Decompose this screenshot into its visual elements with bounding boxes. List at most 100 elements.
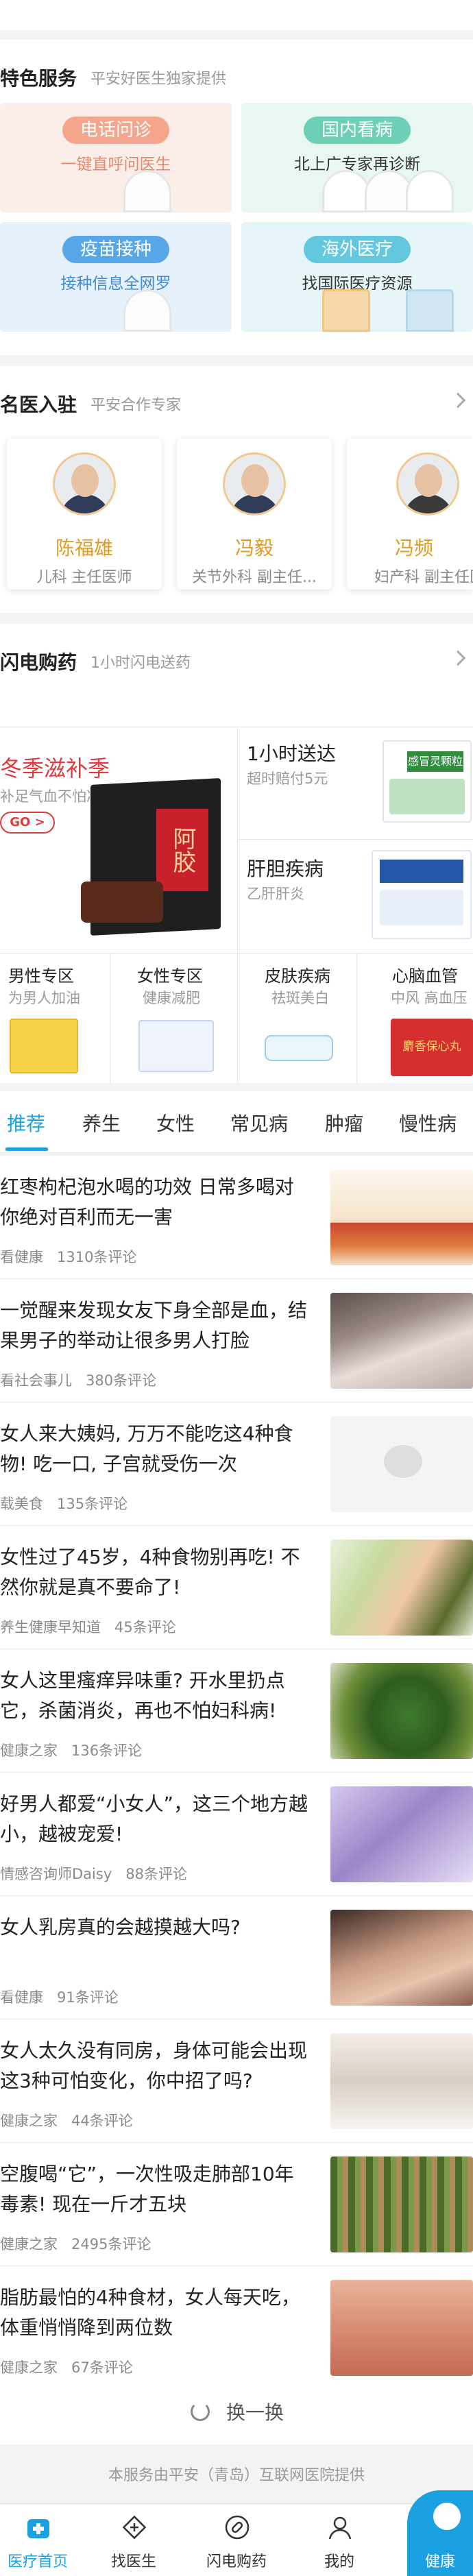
female-product-box	[138, 1020, 214, 1072]
pharmacy-cat-skin[interactable]: 皮肤疾病 祛斑美白	[237, 953, 356, 1083]
liver-medicine-box	[372, 850, 472, 939]
article-title: 空腹喝“它”，一次性吸走肺部10年毒素! 现在一斤才五块	[0, 2163, 294, 2215]
health-fab-label: 健康	[424, 2553, 455, 2571]
article-item[interactable]: 女人来大姨妈, 万万不能吃这4种食物! 吃一口, 子宫就受伤一次 载美食 135条…	[0, 1402, 473, 1526]
article-item[interactable]: 女人这里瘙痒异味重? 开水里扔点它，杀菌消炎，再也不怕妇科病! 健康之家 136条…	[0, 1649, 473, 1773]
doctor-card-feng-pin[interactable]: 冯频 妇产科 副主任医	[347, 439, 473, 590]
article-meta: 看社会事儿 380条评论	[0, 1370, 170, 1390]
doctor-illustration-icon	[322, 170, 370, 212]
article-item[interactable]: 一觉醒来发现女友下身全部是血，结果男子的举动让很多男人打脸 看社会事儿 380条评…	[0, 1279, 473, 1402]
doctor-name: 冯频	[395, 537, 434, 559]
article-comments: 1310条评论	[57, 1249, 137, 1265]
tab-recommend[interactable]: 推荐	[7, 1109, 45, 1137]
pharmacy-title: 闪电购药	[0, 651, 77, 674]
article-item[interactable]: 女性过了45岁，4种食物别再吃! 不然你就是真不要命了! 养生健康早知道 45条评…	[0, 1526, 473, 1649]
service-label-vaccine: 疫苗接种	[62, 236, 170, 263]
tabbar-home[interactable]: 医疗首页	[0, 2504, 75, 2576]
article-item[interactable]: 好男人都爱“小女人”，这三个地方越小，越被宠爱! 情感咨询师Daisy 88条评论	[0, 1773, 473, 1896]
article-item[interactable]: 女人太久没有同房，身体可能会出现这3种可怕变化，你中招了吗? 健康之家 44条评论	[0, 2019, 473, 2143]
doctor-card-feng-yi[interactable]: 冯毅 关节外科 副主任...	[177, 439, 332, 590]
article-item[interactable]: 脂肪最怕的4种食材，女人每天吃，体重悄悄降到两位数 健康之家 67条评论	[0, 2266, 473, 2379]
article-item[interactable]: 女人乳房真的会越摸越大吗? 看健康 91条评论	[0, 1896, 473, 2019]
tabbar-label: 闪电购药	[206, 2553, 267, 2571]
liver-subtitle: 乙肝肝炎	[247, 886, 304, 902]
article-title: 女人来大姨妈, 万万不能吃这4种食物! 吃一口, 子宫就受伤一次	[0, 1422, 293, 1475]
doctors-header[interactable]: 名医入驻 平安合作专家	[0, 366, 473, 441]
article-source: 情感咨询师Daisy	[0, 1866, 112, 1882]
liver-title: 肝胆疾病	[247, 858, 324, 880]
pharmacy-cat-heart[interactable]: 心脑血管 中风 高血压 麝香保心丸	[356, 953, 473, 1083]
pharmacy-delivery-card[interactable]: 1小时送达 超时赔付5元 感冒灵颗粒	[237, 727, 473, 839]
article-thumbnail	[330, 1293, 473, 1389]
cat-title: 心脑血管	[392, 967, 458, 986]
refresh-button[interactable]: 换一换	[0, 2379, 473, 2444]
article-thumbnail	[330, 1786, 473, 1882]
article-meta: 健康之家 2495条评论	[0, 2233, 165, 2254]
doctor-title: 儿科 主任医师	[36, 569, 132, 586]
article-source: 养生健康早知道	[0, 1619, 101, 1636]
heart-medicine-box: 麝香保心丸	[391, 1019, 473, 1076]
cat-subtitle: 健康减肥	[143, 990, 200, 1006]
chevron-right-icon[interactable]	[450, 392, 466, 409]
pharmacy-header[interactable]: 闪电购药 1小时闪电送药	[0, 624, 473, 699]
tab-women[interactable]: 女性	[156, 1109, 195, 1137]
article-thumbnail	[330, 1663, 473, 1759]
tab-wellness[interactable]: 养生	[82, 1109, 121, 1137]
article-comments: 135条评论	[57, 1496, 128, 1512]
tab-common-disease[interactable]: 常见病	[230, 1109, 288, 1137]
doctor-title: 妇产科 副主任医	[374, 569, 473, 586]
article-item[interactable]: 空腹喝“它”，一次性吸走肺部10年毒素! 现在一斤才五块 健康之家 2495条评论	[0, 2143, 473, 2266]
article-source: 健康之家	[0, 1742, 58, 1759]
article-meta: 载美食 135条评论	[0, 1493, 141, 1514]
doctor-card-chen[interactable]: 陈福雄 儿科 主任医师	[7, 439, 162, 590]
article-thumbnail	[330, 1169, 473, 1265]
tab-tumor[interactable]: 肿瘤	[325, 1109, 363, 1137]
service-card-vaccine[interactable]: 疫苗接种 接种信息全网罗	[0, 222, 232, 332]
article-source: 健康之家	[0, 2236, 58, 2252]
find-doctor-icon	[122, 2515, 147, 2540]
article-comments: 44条评论	[71, 2113, 133, 2129]
pharmacy-liver-card[interactable]: 肝胆疾病 乙肝肝炎	[237, 839, 473, 953]
cat-subtitle: 祛斑美白	[271, 990, 329, 1006]
pharmacy-promo-card[interactable]: 冬季滋补季 补足气血不怕冷 GO > 阿胶	[0, 727, 237, 953]
article-title: 脂肪最怕的4种食材，女人每天吃，体重悄悄降到两位数	[0, 2286, 300, 2339]
doctor-illustration-icon	[406, 170, 454, 212]
article-item[interactable]: 红枣枸杞泡水喝的功效 日常多喝对你绝对百利而无一害 看健康 1310条评论	[0, 1156, 473, 1279]
article-meta: 养生健康早知道 45条评论	[0, 1616, 190, 1637]
article-title: 女性过了45岁，4种食物别再吃! 不然你就是真不要命了!	[0, 1546, 300, 1599]
pill-icon	[225, 2515, 250, 2540]
cat-subtitle: 中风 高血压	[391, 990, 468, 1006]
service-card-overseas[interactable]: 海外医疗 找国际医疗资源	[241, 222, 473, 332]
tabbar-pharmacy[interactable]: 闪电购药	[199, 2504, 274, 2576]
service-desc-phone-consult: 一键直呼问医生	[60, 156, 171, 173]
article-comments: 380条评论	[86, 1372, 157, 1389]
pharmacy-cat-male[interactable]: 男性专区 为男人加油	[0, 953, 110, 1083]
service-card-domestic[interactable]: 国内看病 北上广专家再诊断	[241, 103, 473, 212]
refresh-icon	[191, 2402, 210, 2421]
service-card-phone-consult[interactable]: 电话问诊 一键直呼问医生	[0, 103, 232, 212]
article-meta: 情感咨询师Daisy 88条评论	[0, 1863, 201, 1884]
article-source: 看健康	[0, 1989, 43, 2006]
health-fab-button[interactable]: 健康	[407, 2490, 473, 2576]
refresh-label: 换一换	[226, 2401, 284, 2424]
ejiao-piece-image	[81, 882, 163, 923]
pharmacy-cat-female[interactable]: 女性专区 健康减肥	[110, 953, 237, 1083]
cold-medicine-box: 感冒灵颗粒	[383, 740, 472, 823]
article-thumbnail	[330, 2156, 473, 2252]
tabbar-label: 找医生	[110, 2553, 156, 2571]
tabbar-mine[interactable]: 我的	[302, 2504, 377, 2576]
doctor-name: 冯毅	[234, 537, 274, 559]
article-title: 女人这里瘙痒异味重? 开水里扔点它，杀菌消炎，再也不怕妇科病!	[0, 1669, 285, 1722]
bottom-tab-bar: 医疗首页 找医生 闪电购药 我的 健康	[0, 2490, 473, 2576]
cat-title: 皮肤疾病	[265, 967, 330, 986]
smile-face-icon	[433, 2503, 461, 2530]
article-title: 红枣枸杞泡水喝的功效 日常多喝对你绝对百利而无一害	[0, 1176, 294, 1228]
chevron-right-icon[interactable]	[450, 650, 466, 666]
promo-go-button[interactable]: GO >	[0, 812, 55, 834]
doctors-title: 名医入驻	[0, 393, 77, 416]
tab-chronic[interactable]: 慢性病	[399, 1109, 457, 1137]
tabbar-find-doctor[interactable]: 找医生	[96, 2504, 171, 2576]
article-meta: 看健康 91条评论	[0, 1986, 132, 2007]
cold-medicine-label: 感冒灵颗粒	[407, 751, 463, 772]
service-desc-domestic: 北上广专家再诊断	[294, 156, 420, 173]
